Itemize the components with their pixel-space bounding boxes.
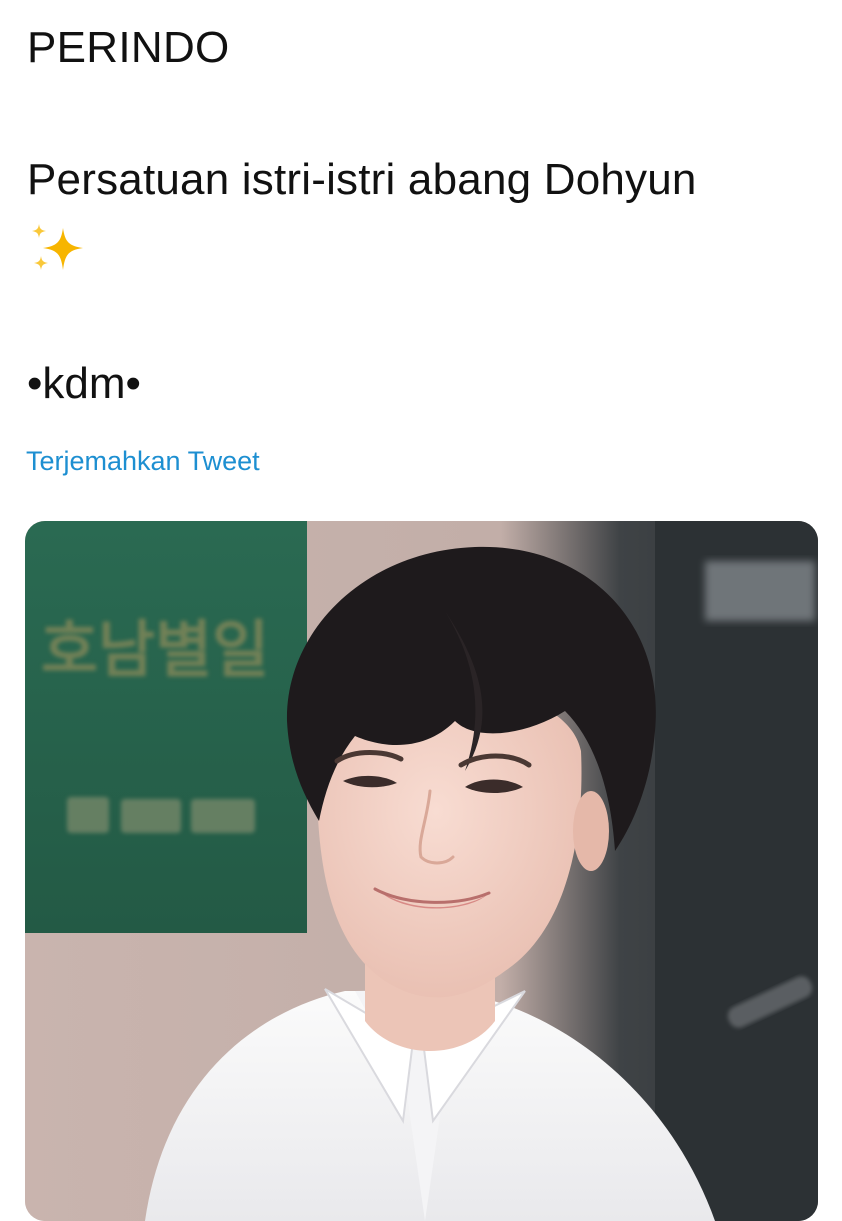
tweet-text-line-1: PERINDO (27, 23, 230, 72)
sign-text: 호남별일 (41, 613, 269, 686)
tweet: PERINDO Persatuan istri-istri abang Dohy… (0, 0, 842, 1221)
tweet-photo[interactable]: 호남별일 (25, 521, 818, 1221)
tweet-text-line-2: Persatuan istri-istri abang Dohyun (27, 155, 697, 204)
tweet-text-line-3: •kdm• (27, 359, 141, 408)
tweet-photo-image: 호남별일 (25, 521, 818, 1221)
sparkles-icon (32, 224, 83, 270)
translate-tweet-link[interactable]: Terjemahkan Tweet (26, 444, 260, 478)
